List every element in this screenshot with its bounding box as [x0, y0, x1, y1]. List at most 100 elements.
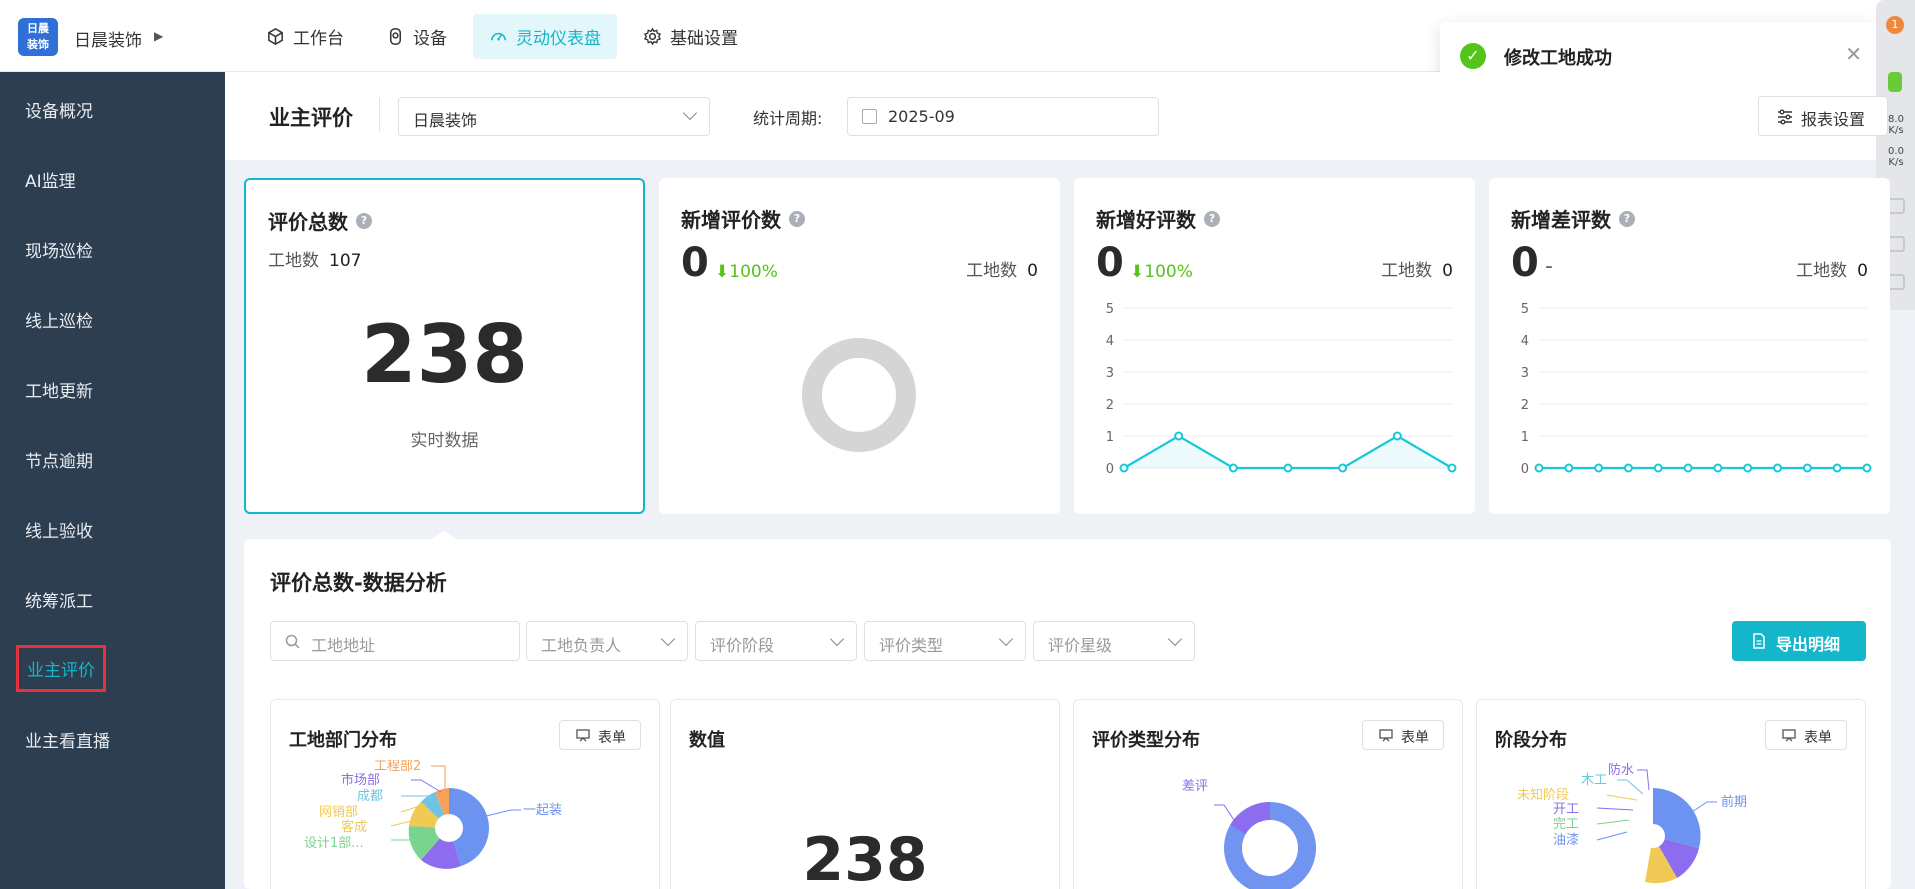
dashboard-icon — [491, 32, 506, 41]
stage-label-2: 未知阶段 — [1517, 787, 1569, 803]
cube-icon — [268, 28, 283, 45]
dept-label-2: 成都 — [357, 789, 383, 804]
header-divider — [379, 98, 380, 132]
chart-board-icon — [1379, 729, 1393, 742]
dept-label-5: 设计1部... — [304, 836, 364, 851]
address-search-input[interactable]: 工地地址 — [270, 621, 520, 661]
y-tick-label-3: 3 — [1521, 366, 1529, 381]
help-icon[interactable]: ? — [789, 210, 805, 227]
data-point-3 — [1623, 463, 1633, 473]
check-circle-icon: ✓ — [1460, 43, 1486, 69]
data-point-11 — [1862, 463, 1872, 473]
sidebar-item-device-overview[interactable]: 设备概况 — [25, 97, 93, 122]
form-view-button[interactable]: 表单 — [1765, 720, 1847, 750]
sidebar-item-node-overdue[interactable]: 节点逾期 — [25, 447, 93, 472]
analysis-panel: 评价总数-数据分析 工地地址 工地负责人 评价阶段 评价类型 评价星级 导出明细… — [244, 539, 1891, 889]
card-total-reviews[interactable]: 评价总数? 工地数 107 238 实时数据 — [244, 178, 645, 514]
value-card-number: 238 — [802, 825, 928, 889]
dept-distribution-card: 工地部门分布 表单 工程部2 市场部 成都 网销部 客成 设计1部... 一起装 — [270, 699, 660, 889]
sidebar-item-site-inspection[interactable]: 现场巡检 — [25, 237, 93, 262]
sidebar-item-dispatch[interactable]: 统筹派工 — [25, 587, 93, 612]
data-point-2 — [1228, 463, 1238, 473]
card-title: 新增好评数? — [1096, 204, 1220, 233]
delta-down: ⬇100% — [715, 262, 778, 282]
type-select[interactable]: 评价类型 — [864, 621, 1026, 661]
type-distribution-card: 评价类型分布 表单 差评 — [1073, 699, 1463, 889]
data-point-4 — [1338, 463, 1348, 473]
nav-settings-label: 基础设置 — [670, 29, 738, 49]
empty-donut — [802, 338, 916, 452]
export-details-button[interactable]: 导出明细 — [1732, 621, 1866, 661]
form-view-button[interactable]: 表单 — [1362, 720, 1444, 750]
sidebar-item-owner-review[interactable]: 业主评价 — [16, 645, 106, 692]
card-new-good-reviews[interactable]: 新增好评数? 0 ⬇100% 工地数 0 0 1 2 3 4 5 — [1074, 178, 1475, 514]
dept-label-4: 客成 — [341, 819, 367, 835]
data-point-6 — [1713, 463, 1723, 473]
data-point-0 — [1119, 463, 1129, 473]
chevron-down-icon — [829, 631, 845, 647]
stars-select[interactable]: 评价星级 — [1033, 621, 1195, 661]
form-view-button[interactable]: 表单 — [559, 720, 641, 750]
delta-down: ⬇100% — [1130, 262, 1193, 282]
arrow-down-icon: ⬇ — [715, 262, 730, 282]
nav-settings[interactable]: 基础设置 — [627, 14, 754, 59]
stage-label-3: 开工 — [1553, 802, 1579, 817]
y-tick-label-0: 0 — [1106, 462, 1114, 477]
search-icon — [285, 634, 300, 649]
page-title: 业主评价 — [269, 106, 353, 130]
report-settings-label: 报表设置 — [1801, 110, 1866, 129]
help-icon[interactable]: ? — [1619, 210, 1635, 227]
sliders-icon — [1778, 109, 1792, 125]
nav-devices[interactable]: 设备 — [370, 14, 463, 59]
data-point-4 — [1653, 463, 1663, 473]
stage-label-5: 油漆 — [1553, 832, 1579, 848]
data-point-6 — [1447, 463, 1457, 473]
y-tick-label-2: 2 — [1521, 398, 1529, 413]
close-icon[interactable]: ✕ — [1845, 42, 1862, 66]
data-point-9 — [1802, 463, 1812, 473]
nav-workbench[interactable]: 工作台 — [250, 14, 360, 59]
dept-label-0: 工程部2 — [374, 760, 421, 774]
new-bad-value: 0 — [1511, 240, 1539, 286]
sidebar-item-ai-supervision[interactable]: AI监理 — [25, 167, 76, 192]
y-tick-label-4: 4 — [1106, 334, 1114, 349]
sidebar-item-online-inspection[interactable]: 线上巡检 — [25, 307, 93, 332]
series-area — [1124, 436, 1452, 468]
nav-dashboard-label: 灵动仪表盘 — [516, 29, 601, 49]
notification-badge[interactable]: 1 — [1886, 16, 1904, 34]
value-card: 数值 238 — [670, 699, 1060, 889]
manager-select[interactable]: 工地负责人 — [526, 621, 688, 661]
sidebar-item-online-acceptance[interactable]: 线上验收 — [25, 517, 93, 542]
period-date-picker[interactable]: 2025-09 — [847, 97, 1159, 136]
stage-select[interactable]: 评价阶段 — [695, 621, 857, 661]
help-icon[interactable]: ? — [1204, 210, 1220, 227]
site-count: 工地数 0 — [966, 261, 1038, 281]
data-point-5 — [1392, 431, 1402, 441]
company-select[interactable]: 日晨装饰 — [398, 97, 710, 136]
device-icon — [389, 28, 402, 45]
analysis-title: 评价总数-数据分析 — [270, 571, 447, 595]
company-logo[interactable]: 日晨 装饰 — [18, 18, 58, 56]
card-title: 新增差评数? — [1511, 204, 1635, 233]
nav-workbench-label: 工作台 — [293, 29, 344, 49]
card-title: 评价总数? — [268, 206, 372, 235]
caret-right-icon[interactable]: ▶ — [154, 29, 163, 43]
stage-distribution-title: 阶段分布 — [1495, 730, 1567, 751]
card-new-bad-reviews[interactable]: 新增差评数? 0 - 工地数 0 0 1 2 3 4 5 — [1489, 178, 1890, 514]
y-tick-label-1: 1 — [1521, 430, 1529, 445]
y-tick-label-3: 3 — [1106, 366, 1114, 381]
card-new-reviews[interactable]: 新增评价数? 0 ⬇100% 工地数 0 — [659, 178, 1060, 514]
nav-dashboard[interactable]: 灵动仪表盘 — [473, 14, 617, 59]
card-title: 新增评价数? — [681, 204, 805, 233]
bad-reviews-line-chart: 0 1 2 3 4 5 — [1521, 302, 1872, 477]
report-settings-button[interactable]: 报表设置 — [1758, 96, 1888, 136]
company-name[interactable]: 日晨装饰 — [74, 26, 142, 51]
value-card-title: 数值 — [689, 730, 725, 751]
y-tick-label-5: 5 — [1521, 302, 1529, 317]
chevron-down-icon — [1167, 631, 1183, 647]
help-icon[interactable]: ? — [356, 212, 372, 229]
toast-message: 修改工地成功 — [1504, 48, 1612, 69]
sidebar-item-owner-live[interactable]: 业主看直播 — [25, 727, 110, 752]
stage-pie-chart: 防水 木工 未知阶段 开工 完工 油漆 前期 — [1517, 762, 1747, 884]
sidebar-item-site-updates[interactable]: 工地更新 — [25, 377, 93, 402]
